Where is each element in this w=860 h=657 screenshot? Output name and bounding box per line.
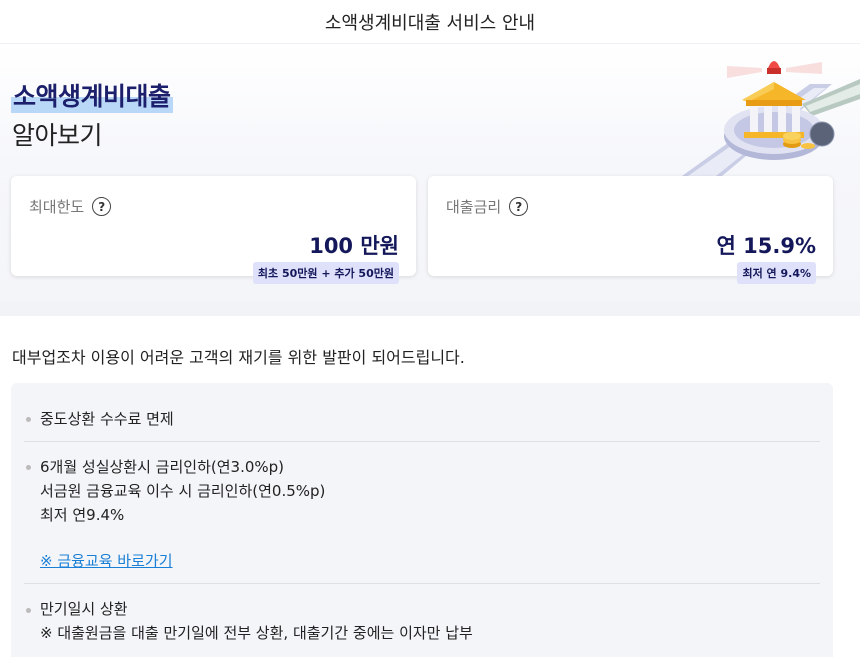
feature-list: 중도상환 수수료 면제 6개월 성실상환시 금리인하(연3.0%p) 서금원 금… — [11, 383, 833, 657]
question-icon[interactable]: ? — [92, 197, 112, 216]
feature-line: ※ 대출원금을 대출 만기일에 전부 상환, 대출기간 중에는 이자만 납부 — [40, 624, 473, 642]
limit-chip: 최초 50만원 + 추가 50만원 — [252, 262, 399, 284]
feature-line: 만기일시 상환 — [40, 600, 128, 618]
limit-value: 100 만원 — [309, 234, 399, 258]
rate-card: 대출금리 ? 연 15.9% 최저 연 9.4% — [428, 176, 833, 284]
financial-education-link[interactable]: ※ 금융교육 바로가기 — [40, 550, 173, 571]
list-item: 만기일시 상환 ※ 대출원금을 대출 만기일에 전부 상환, 대출기간 중에는 … — [24, 584, 820, 657]
feature-line: 서금원 금융교육 이수 시 금리인하(연0.5%p) — [40, 482, 326, 500]
bullet-icon — [26, 465, 31, 470]
list-item: 중도상환 수수료 면제 — [24, 383, 820, 442]
list-item: 6개월 성실상환시 금리인하(연3.0%p) 서금원 금융교육 이수 시 금리인… — [24, 442, 820, 584]
page-title: 소액생계비대출 서비스 안내 — [324, 12, 536, 34]
rate-label: 대출금리 — [446, 198, 502, 216]
limit-card: 최대한도 ? 100 만원 최초 50만원 + 추가 50만원 — [11, 176, 416, 284]
page-header: 소액생계비대출 서비스 안내 — [0, 0, 860, 44]
bullet-icon — [26, 608, 31, 613]
bank-illustration-icon — [682, 61, 860, 176]
feature-line: 최저 연9.4% — [40, 506, 125, 524]
hero-section: 소액생계비대출 알아보기 최대한도 ? 100 만원 최초 50만원 + 추가 … — [0, 44, 860, 302]
hero-title-highlight: 소액생계비대출 — [11, 77, 173, 113]
bullet-icon — [26, 417, 31, 422]
intro-text: 대부업조차 이용이 어려운 고객의 재기를 위한 발판이 되어드립니다. — [12, 348, 465, 367]
rate-value: 연 15.9% — [716, 234, 817, 258]
question-icon[interactable]: ? — [509, 197, 529, 216]
section-divider — [0, 302, 860, 316]
rate-chip: 최저 연 9.4% — [737, 262, 816, 284]
limit-label: 최대한도 — [29, 198, 85, 216]
feature-line: 6개월 성실상환시 금리인하(연3.0%p) — [40, 458, 285, 476]
hero-title-sub: 알아보기 — [12, 121, 103, 150]
feature-line: 중도상환 수수료 면제 — [40, 410, 174, 428]
